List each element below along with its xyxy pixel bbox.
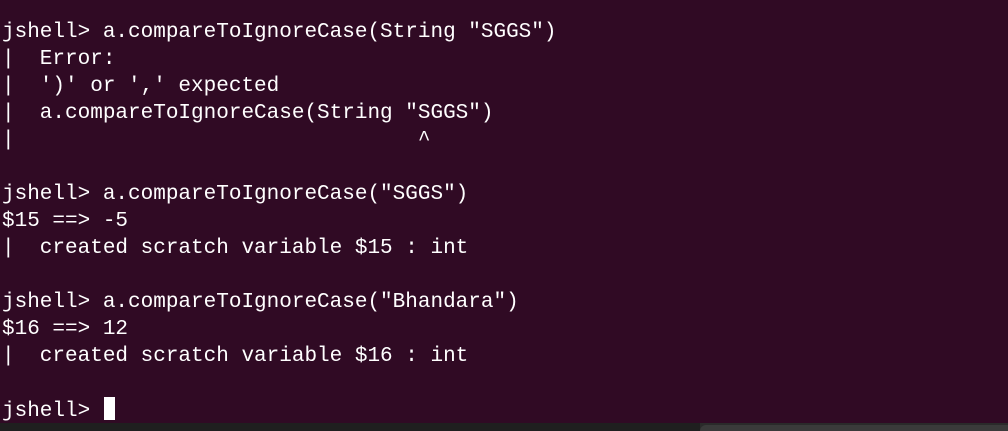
error-output-line: | a.compareToIgnoreCase(String "SGGS") [2, 102, 494, 125]
text-cursor [103, 397, 115, 420]
bottom-edge-right [700, 425, 1008, 431]
error-caret-line: | ^ [2, 129, 431, 152]
error-output-line: | Error: [2, 48, 116, 71]
bottom-edge [0, 423, 1008, 431]
result-line: $16 ==> 12 [2, 318, 129, 341]
info-output-line: | created scratch variable $15 : int [2, 237, 469, 260]
error-output-line: | ')' or ',' expected [2, 75, 280, 98]
command-line: jshell> a.compareToIgnoreCase(String "SG… [2, 21, 557, 44]
active-prompt-line[interactable]: jshell> [0, 397, 1008, 424]
terminal-window[interactable]: jshell> a.compareToIgnoreCase(String "SG… [0, 0, 1008, 423]
result-line: $15 ==> -5 [2, 210, 129, 233]
bottom-edge-left [0, 423, 700, 431]
command-line: jshell> a.compareToIgnoreCase("SGGS") [2, 183, 469, 206]
prompt-text: jshell> [2, 400, 103, 423]
info-output-line: | created scratch variable $16 : int [2, 345, 469, 368]
command-line: jshell> a.compareToIgnoreCase("Bhandara"… [2, 291, 519, 314]
